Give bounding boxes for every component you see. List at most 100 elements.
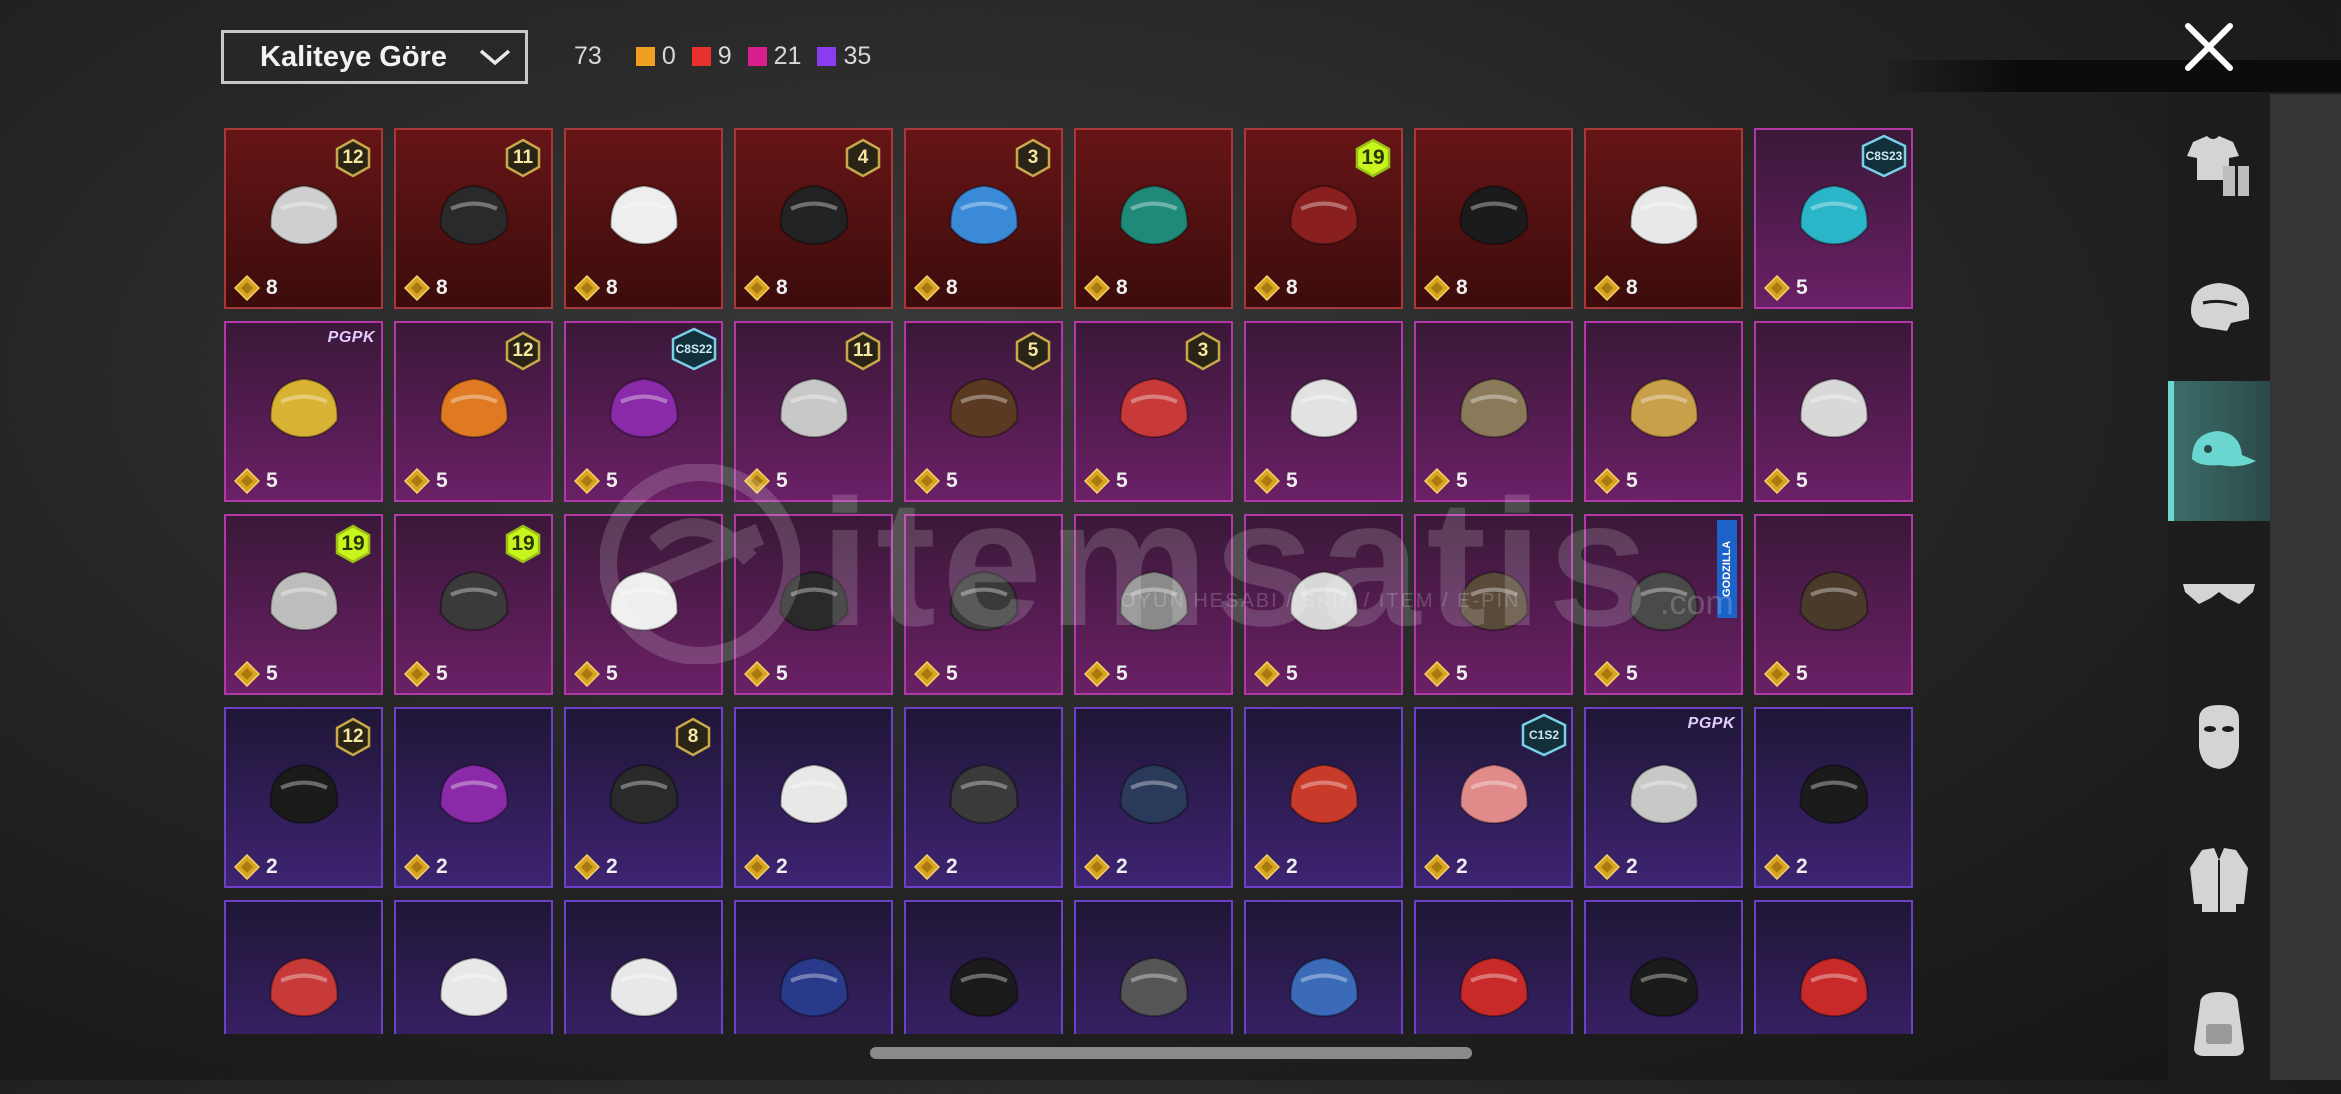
item-card[interactable]: 2 bbox=[734, 707, 893, 888]
season-badge: C8S23 bbox=[1861, 134, 1907, 178]
diamond-coin-icon bbox=[1594, 468, 1620, 494]
item-card[interactable]: 11 8 bbox=[394, 128, 553, 309]
item-quantity-value: 2 bbox=[606, 855, 618, 878]
item-quantity: 2 bbox=[744, 854, 788, 880]
checkered-hood-icon bbox=[1629, 184, 1698, 246]
orange-pigtails-hair-icon bbox=[439, 377, 508, 439]
item-card[interactable] bbox=[224, 900, 383, 1034]
sidebar-item-backpack[interactable] bbox=[2168, 954, 2270, 1094]
item-quantity-value: 8 bbox=[436, 276, 448, 299]
item-card[interactable]: C8S22 5 bbox=[564, 321, 723, 502]
item-card[interactable]: C1S2 2 bbox=[1414, 707, 1573, 888]
diamond-coin-icon bbox=[1594, 854, 1620, 880]
item-card[interactable]: 2 bbox=[1074, 707, 1233, 888]
sidebar-item-helmet[interactable] bbox=[2168, 237, 2270, 377]
sidebar-item-mask[interactable] bbox=[2168, 667, 2270, 807]
item-quantity-value: 5 bbox=[1796, 469, 1808, 492]
item-quantity-value: 5 bbox=[946, 662, 958, 685]
item-card[interactable] bbox=[1074, 900, 1233, 1034]
item-card[interactable]: 12 5 bbox=[394, 321, 553, 502]
clown-mask-hair-icon bbox=[439, 956, 508, 1018]
item-card[interactable]: 8 bbox=[1414, 128, 1573, 309]
item-card[interactable] bbox=[1754, 900, 1913, 1034]
joker-mask-headwear-icon bbox=[949, 184, 1018, 246]
close-icon bbox=[2185, 23, 2233, 71]
item-card[interactable] bbox=[1244, 900, 1403, 1034]
level-badge-value: 8 bbox=[687, 726, 699, 747]
item-card[interactable]: 5 bbox=[904, 514, 1063, 695]
item-card[interactable] bbox=[904, 900, 1063, 1034]
cap-sunglasses-icon bbox=[269, 377, 338, 439]
item-quantity-value: 2 bbox=[1626, 855, 1638, 878]
total-count: 73 bbox=[574, 42, 602, 70]
item-card[interactable]: 5 bbox=[734, 514, 893, 695]
item-card[interactable]: 48 bbox=[734, 128, 893, 309]
tiger-helmet-icon bbox=[1799, 377, 1868, 439]
item-card[interactable]: 8 bbox=[1074, 128, 1233, 309]
item-card[interactable]: 38 bbox=[904, 128, 1063, 309]
diamond-coin-icon bbox=[234, 468, 260, 494]
close-button[interactable] bbox=[2180, 18, 2238, 76]
item-card[interactable]: 12 8 bbox=[224, 128, 383, 309]
item-card[interactable]: 35 bbox=[1074, 321, 1233, 502]
item-quantity-value: 5 bbox=[1286, 469, 1298, 492]
item-card[interactable]: 2 bbox=[1754, 707, 1913, 888]
item-quantity-value: 5 bbox=[1626, 662, 1638, 685]
item-quantity: 2 bbox=[404, 854, 448, 880]
season-badge-value: C8S22 bbox=[675, 342, 713, 356]
item-card[interactable]: 5 bbox=[1754, 321, 1913, 502]
item-card[interactable]: 8 bbox=[564, 128, 723, 309]
item-card[interactable]: 5 bbox=[1244, 321, 1403, 502]
backpack-icon bbox=[2194, 992, 2244, 1056]
item-quantity-value: 5 bbox=[1456, 662, 1468, 685]
item-card[interactable]: PGPK 5 bbox=[224, 321, 383, 502]
item-card[interactable]: 8 bbox=[1584, 128, 1743, 309]
diamond-coin-icon bbox=[404, 854, 430, 880]
level-badge-value: 12 bbox=[342, 726, 364, 747]
item-card[interactable] bbox=[564, 900, 723, 1034]
item-quantity-value: 5 bbox=[606, 469, 618, 492]
item-card[interactable]: 19 8 bbox=[1244, 128, 1403, 309]
level-badge: 3 bbox=[1015, 138, 1051, 178]
item-quantity: 2 bbox=[1254, 854, 1298, 880]
item-card[interactable]: 82 bbox=[564, 707, 723, 888]
item-card[interactable]: 55 bbox=[904, 321, 1063, 502]
item-card[interactable]: 11 5 bbox=[734, 321, 893, 502]
helmet-icon bbox=[2191, 283, 2249, 331]
item-card[interactable]: 5 bbox=[1754, 514, 1913, 695]
sidebar-item-cap[interactable] bbox=[2168, 381, 2270, 521]
sidebar-item-glasses[interactable] bbox=[2168, 524, 2270, 664]
item-card[interactable]: 19 5 bbox=[394, 514, 553, 695]
item-card[interactable] bbox=[394, 900, 553, 1034]
sidebar-item-outfit[interactable] bbox=[2168, 94, 2270, 234]
item-card[interactable]: 5 bbox=[564, 514, 723, 695]
season-badge: C1S2 bbox=[1521, 713, 1567, 757]
item-quantity: 8 bbox=[1594, 275, 1638, 301]
level-badge-value: 5 bbox=[1027, 340, 1039, 361]
item-card[interactable]: 2 bbox=[904, 707, 1063, 888]
item-quantity-value: 5 bbox=[1456, 469, 1468, 492]
item-quantity-value: 5 bbox=[946, 469, 958, 492]
diamond-coin-icon bbox=[744, 275, 770, 301]
purple-teal-hair-icon bbox=[609, 377, 678, 439]
item-quantity: 5 bbox=[1084, 661, 1128, 687]
item-card[interactable]: 5 bbox=[1584, 321, 1743, 502]
item-card[interactable] bbox=[734, 900, 893, 1034]
diamond-coin-icon bbox=[1764, 468, 1790, 494]
diamond-coin-icon bbox=[1764, 661, 1790, 687]
item-card[interactable]: 5 bbox=[1414, 321, 1573, 502]
sort-dropdown[interactable]: Kaliteye Göre bbox=[221, 30, 528, 84]
item-card[interactable] bbox=[1584, 900, 1743, 1034]
item-card[interactable]: PGPK 2 bbox=[1584, 707, 1743, 888]
sidebar-item-jacket[interactable] bbox=[2168, 810, 2270, 950]
item-card[interactable]: C8S23 5 bbox=[1754, 128, 1913, 309]
mushroom-hat-icon bbox=[269, 956, 338, 1018]
item-grid[interactable]: 12 8 11 8 8 4 8 3 8 8 19 8 8 8 C8S23 5 PGPK 5 12 5 C8S22 5 11 5… bbox=[224, 128, 1914, 1034]
brand-tag: PGPK bbox=[327, 329, 375, 346]
item-card[interactable] bbox=[1414, 900, 1573, 1034]
item-card[interactable]: 2 bbox=[1244, 707, 1403, 888]
cap-icon bbox=[2192, 431, 2256, 467]
item-card[interactable]: 12 2 bbox=[224, 707, 383, 888]
item-card[interactable]: 2 bbox=[394, 707, 553, 888]
item-card[interactable]: 19 5 bbox=[224, 514, 383, 695]
